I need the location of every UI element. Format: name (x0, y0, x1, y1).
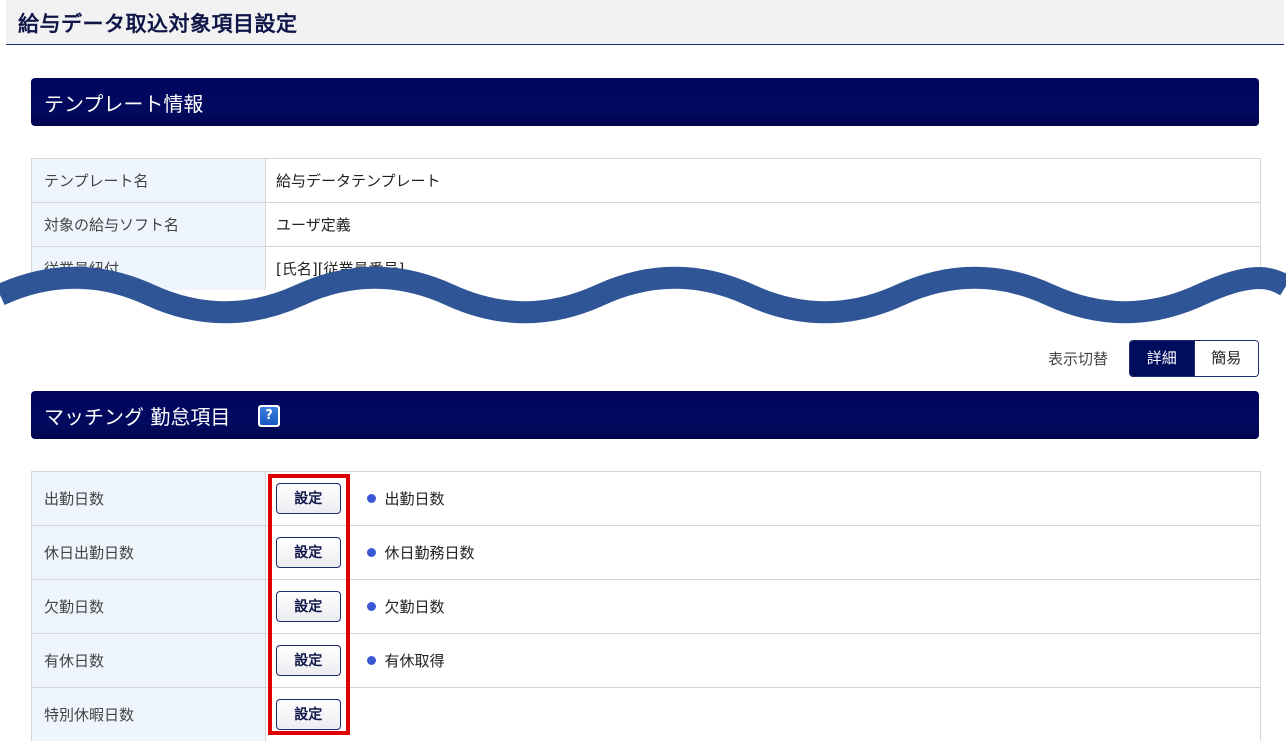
page-root: 給与データ取込対象項目設定 テンプレート情報 テンプレート名 給与データテンプレ… (0, 0, 1286, 741)
table-row: 休日出勤日数 設定 休日勤務日数 (31, 525, 1261, 580)
value-cell: 休日勤務日数 (350, 525, 1261, 580)
matched-item: 有休取得 (351, 650, 1261, 671)
view-detail-button[interactable]: 詳細 (1130, 341, 1194, 376)
value-cell: 欠勤日数 (350, 579, 1261, 634)
special-leave-days-set-button[interactable]: 設定 (275, 699, 341, 730)
help-icon-glyph: ? (260, 407, 278, 425)
holiday-work-days-label: 休日出勤日数 (31, 525, 266, 580)
dot-bullet-icon (366, 656, 376, 665)
value-cell (350, 687, 1261, 741)
view-simple-button[interactable]: 簡易 (1193, 341, 1258, 376)
payroll-software-value: ユーザ定義 (265, 202, 1261, 247)
payroll-software-label: 対象の給与ソフト名 (31, 202, 266, 247)
absence-days-value: 欠勤日数 (384, 598, 445, 616)
matched-item: 欠勤日数 (351, 596, 1261, 617)
button-cell: 設定 (265, 579, 351, 634)
holiday-work-days-set-button[interactable]: 設定 (275, 537, 341, 568)
table-row: 対象の給与ソフト名 ユーザ定義 (31, 202, 1261, 247)
dot-bullet-icon (366, 548, 376, 557)
template-name-value: 給与データテンプレート (265, 158, 1261, 203)
template-name-label: テンプレート名 (31, 158, 266, 203)
absence-days-set-button[interactable]: 設定 (275, 591, 341, 622)
paid-leave-days-value: 有休取得 (384, 652, 445, 670)
dot-bullet-icon (366, 494, 376, 503)
table-row: 有休日数 設定 有休取得 (31, 633, 1261, 688)
table-row: 出勤日数 設定 出勤日数 (31, 471, 1261, 526)
attendance-days-set-button[interactable]: 設定 (275, 483, 341, 514)
matched-item: 休日勤務日数 (351, 542, 1261, 563)
button-cell: 設定 (265, 687, 351, 741)
matching-section-header: マッチング 勤怠項目 ? (31, 391, 1259, 439)
absence-days-label: 欠勤日数 (31, 579, 266, 634)
paid-leave-days-label: 有休日数 (31, 633, 266, 688)
wavy-break-icon (0, 266, 1286, 324)
paid-leave-days-set-button[interactable]: 設定 (275, 645, 341, 676)
matching-section-title: マッチング 勤怠項目 (44, 405, 231, 429)
table-row: テンプレート名 給与データテンプレート (31, 158, 1261, 203)
table-row: 欠勤日数 設定 欠勤日数 (31, 579, 1261, 634)
attendance-days-label: 出勤日数 (31, 471, 266, 526)
special-leave-days-label: 特別休暇日数 (31, 687, 266, 741)
template-info-section-header: テンプレート情報 (31, 78, 1259, 126)
page-title: 給与データ取込対象項目設定 (18, 12, 298, 36)
holiday-work-days-value: 休日勤務日数 (384, 544, 475, 562)
view-toggle: 詳細 簡易 (1129, 340, 1259, 377)
matched-item: 出勤日数 (351, 488, 1261, 509)
view-toggle-label: 表示切替 (1048, 350, 1109, 368)
button-cell: 設定 (265, 633, 351, 688)
attendance-days-value: 出勤日数 (384, 490, 445, 508)
button-cell: 設定 (265, 525, 351, 580)
button-cell: 設定 (265, 471, 351, 526)
value-cell: 出勤日数 (350, 471, 1261, 526)
question-mark-icon[interactable]: ? (258, 405, 280, 427)
matching-table: 出勤日数 設定 出勤日数 休日出勤日数 設定 休日勤務日数 欠勤日数 設定 欠勤… (31, 471, 1261, 741)
page-header: 給与データ取込対象項目設定 (6, 0, 1284, 45)
template-info-section-title: テンプレート情報 (44, 92, 204, 116)
table-row: 特別休暇日数 設定 (31, 687, 1261, 741)
value-cell: 有休取得 (350, 633, 1261, 688)
dot-bullet-icon (366, 602, 376, 611)
